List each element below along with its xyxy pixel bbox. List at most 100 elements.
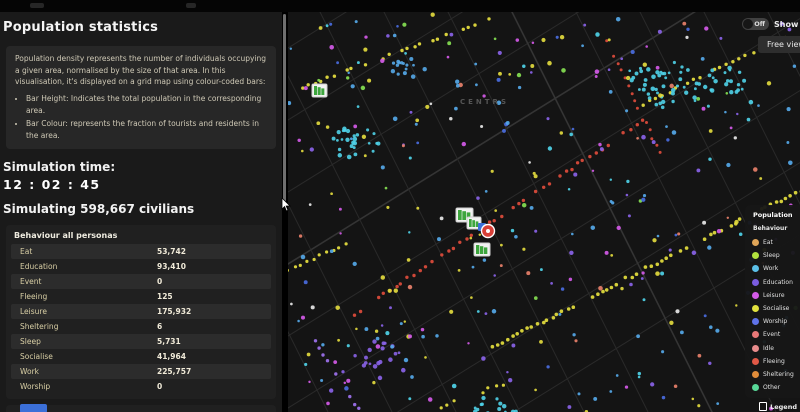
legend-item-sleep: Sleep [751, 249, 798, 262]
map-viewport[interactable]: CENTRS Off Show Sentiment Free view ▾ Po… [288, 12, 800, 412]
legend-color-dot [752, 371, 759, 378]
legend-item-label: Worship [763, 318, 787, 325]
table-row: Leisure 175,932 [11, 304, 271, 319]
legend-item-leisure: Leisure [751, 289, 798, 302]
row-value: 0 [157, 382, 162, 391]
legend-toggle-button[interactable]: Legend [759, 402, 797, 411]
legend-item-label: Idle [763, 345, 774, 352]
legend-button-label: Legend [770, 403, 797, 411]
row-value: 0 [157, 277, 162, 286]
legend-color-dot [752, 384, 759, 391]
view-mode-button[interactable]: Free view ▾ [758, 36, 800, 53]
legend-item-label: Event [763, 331, 780, 338]
description-bullet: Bar Height: Indicates the total populati… [26, 93, 267, 116]
legend-color-dot [752, 292, 759, 299]
legend-item-eat: Eat [751, 236, 798, 249]
legend-color-dot [752, 358, 759, 365]
civilians-count: Simulating 598,667 civilians [3, 202, 282, 216]
table-row: Work 225,757 [11, 364, 271, 379]
row-label: Worship [11, 382, 50, 391]
legend-item-other: Other [751, 381, 798, 394]
table-row: Sheltering6 [11, 319, 271, 334]
legend-item-label: Work [763, 265, 778, 272]
legend-item-label: Socialise [763, 305, 789, 312]
stats-panel: Population statistics Population density… [0, 12, 282, 412]
legend-item-label: Education [763, 279, 793, 286]
window-chrome [0, 0, 800, 12]
panel-title: Population statistics [3, 20, 282, 35]
chrome-fragment [30, 3, 44, 8]
row-label: Socialise [11, 352, 53, 361]
row-label: Eat [11, 247, 32, 256]
legend-items: Eat Sleep Work Education Leisure Socialise Wor… [751, 236, 798, 394]
behaviour-table-all-personas: Behaviour all personas Eat 53,742 Educatio… [6, 225, 276, 399]
legend-item-label: Sleep [763, 252, 780, 259]
legend-panel: Population Behaviour Eat Sleep Work Educati… [745, 205, 800, 398]
row-value: 125 [157, 292, 173, 301]
table-row: Worship 0 [11, 379, 271, 394]
row-label: Sleep [11, 337, 41, 346]
map-streets [288, 12, 800, 412]
legend-item-fleeing: Fleeing [751, 355, 798, 368]
row-value: 41,964 [157, 352, 186, 361]
legend-color-dot [752, 239, 759, 246]
description-card: Population density represents the number… [6, 46, 276, 149]
legend-item-sheltering: Sheltering [751, 368, 798, 381]
legend-icon [759, 402, 767, 411]
sentiment-toggle[interactable]: Off [742, 18, 769, 30]
map-markers[interactable] [312, 84, 495, 256]
row-value: 225,757 [157, 367, 191, 376]
app-window: Population statistics Population density… [0, 0, 800, 412]
map-district-label: CENTRS [460, 98, 509, 106]
legend-color-dot [752, 265, 759, 272]
legend-item-label: Leisure [763, 292, 785, 299]
row-label: Education [11, 262, 57, 271]
view-mode-label: Free view [767, 40, 800, 49]
chrome-fragment [186, 3, 196, 8]
description-bullet: Bar Colour: represents the fraction of t… [26, 118, 267, 141]
simulation-time-label: Simulation time: [3, 160, 282, 174]
legend-item-event: Event [751, 328, 798, 341]
row-value: 175,932 [157, 307, 191, 316]
row-label: Fleeing [11, 292, 47, 301]
selection-highlight-fragment [20, 404, 47, 412]
legend-item-idle: Idle [751, 342, 798, 355]
table-row: Eat 53,742 [11, 244, 271, 259]
sentiment-control: Off Show Sentiment [742, 18, 800, 30]
legend-item-work: Work [751, 262, 798, 275]
legend-item-label: Fleeing [763, 358, 785, 365]
legend-title: Population [753, 211, 798, 219]
legend-item-education: Education [751, 276, 798, 289]
row-value: 5,731 [157, 337, 181, 346]
row-value: 93,410 [157, 262, 186, 271]
row-label: Sheltering [11, 322, 58, 331]
legend-color-dot [752, 279, 759, 286]
table-row: Socialise 41,964 [11, 349, 271, 364]
legend-color-dot [752, 331, 759, 338]
table-header: Behaviour all personas [11, 229, 271, 244]
table-row: Event0 [11, 274, 271, 289]
legend-item-label: Eat [763, 239, 773, 246]
legend-item-socialise: Socialise [751, 302, 798, 315]
legend-item-label: Sheltering [763, 371, 794, 378]
row-label: Work [11, 367, 39, 376]
panel-scrollbar[interactable] [283, 14, 286, 202]
map-canvas [288, 12, 800, 412]
description-intro: Population density represents the number… [15, 53, 267, 88]
row-label: Leisure [11, 307, 47, 316]
legend-item-label: Other [763, 384, 780, 391]
sentiment-toggle-label: Show Sentiment [774, 20, 800, 29]
legend-color-dot [752, 345, 759, 352]
legend-item-worship: Worship [751, 315, 798, 328]
legend-color-dot [752, 252, 759, 259]
row-value: 53,742 [157, 247, 186, 256]
legend-subtitle: Behaviour [753, 225, 798, 232]
legend-color-dot [752, 305, 759, 312]
table-row: Fleeing 125 [11, 289, 271, 304]
toggle-state: Off [754, 20, 765, 28]
table-row: Education 93,410 [11, 259, 271, 274]
mouse-cursor [281, 197, 291, 216]
description-bullets: Bar Height: Indicates the total populati… [15, 93, 267, 142]
legend-color-dot [752, 318, 759, 325]
table-row: Sleep 5,731 [11, 334, 271, 349]
